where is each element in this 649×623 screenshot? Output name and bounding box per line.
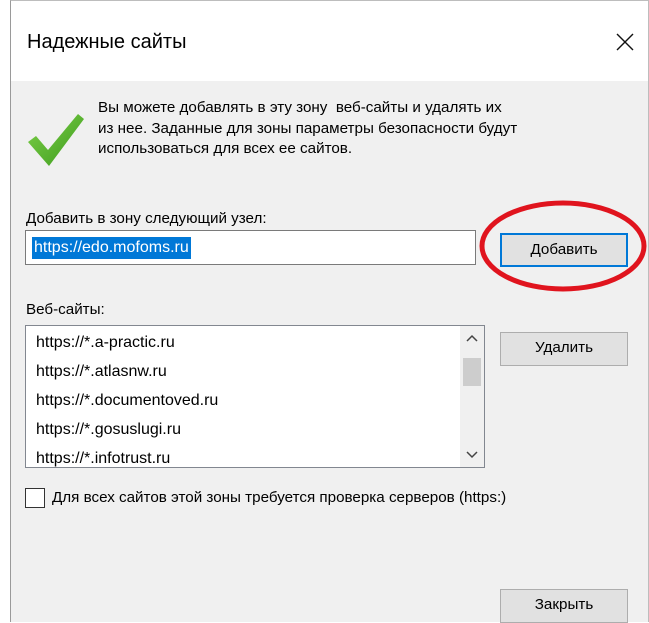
list-item[interactable]: https://*.documentoved.ru — [36, 392, 218, 410]
trusted-sites-dialog: Надежные сайты — [10, 0, 649, 622]
require-https-label: Для всех сайтов этой зоны требуется пров… — [52, 489, 507, 506]
add-button[interactable]: Добавить — [500, 233, 628, 267]
info-line-1: Вы можете добавлять в эту зону веб-сайты… — [98, 99, 502, 116]
close-button[interactable]: Закрыть — [500, 589, 628, 623]
remove-button[interactable]: Удалить — [500, 332, 628, 366]
add-site-label: Добавить в зону следующий узел: — [26, 210, 267, 227]
list-item[interactable]: https://*.infotrust.ru — [36, 450, 170, 467]
checkmark-icon — [26, 110, 86, 175]
scroll-thumb[interactable] — [463, 358, 481, 386]
list-item[interactable]: https://*.atlasnw.ru — [36, 363, 167, 381]
info-line-3: использоваться для всех ее сайтов. — [98, 140, 353, 157]
site-url-input[interactable]: https://edo.mofoms.ru — [25, 230, 476, 265]
close-icon[interactable] — [610, 27, 640, 57]
dialog-title: Надежные сайты — [27, 31, 187, 53]
chevron-up-icon[interactable] — [460, 326, 484, 350]
chevron-down-icon[interactable] — [460, 443, 484, 467]
list-item[interactable]: https://*.gosuslugi.ru — [36, 421, 181, 439]
websites-label: Веб-сайты: — [26, 301, 105, 318]
list-item[interactable]: https://*.a-practic.ru — [36, 334, 175, 352]
site-url-value: https://edo.mofoms.ru — [32, 237, 191, 259]
require-https-checkbox[interactable] — [25, 488, 45, 508]
info-line-2: из нее. Заданные для зоны параметры безо… — [98, 119, 518, 137]
title-bar: Надежные сайты — [11, 1, 648, 81]
vertical-scrollbar[interactable] — [460, 326, 484, 467]
info-text: Вы можете добавлять в эту зону веб-сайты… — [98, 98, 618, 160]
websites-list[interactable]: https://*.a-practic.ru https://*.atlasnw… — [25, 325, 485, 468]
